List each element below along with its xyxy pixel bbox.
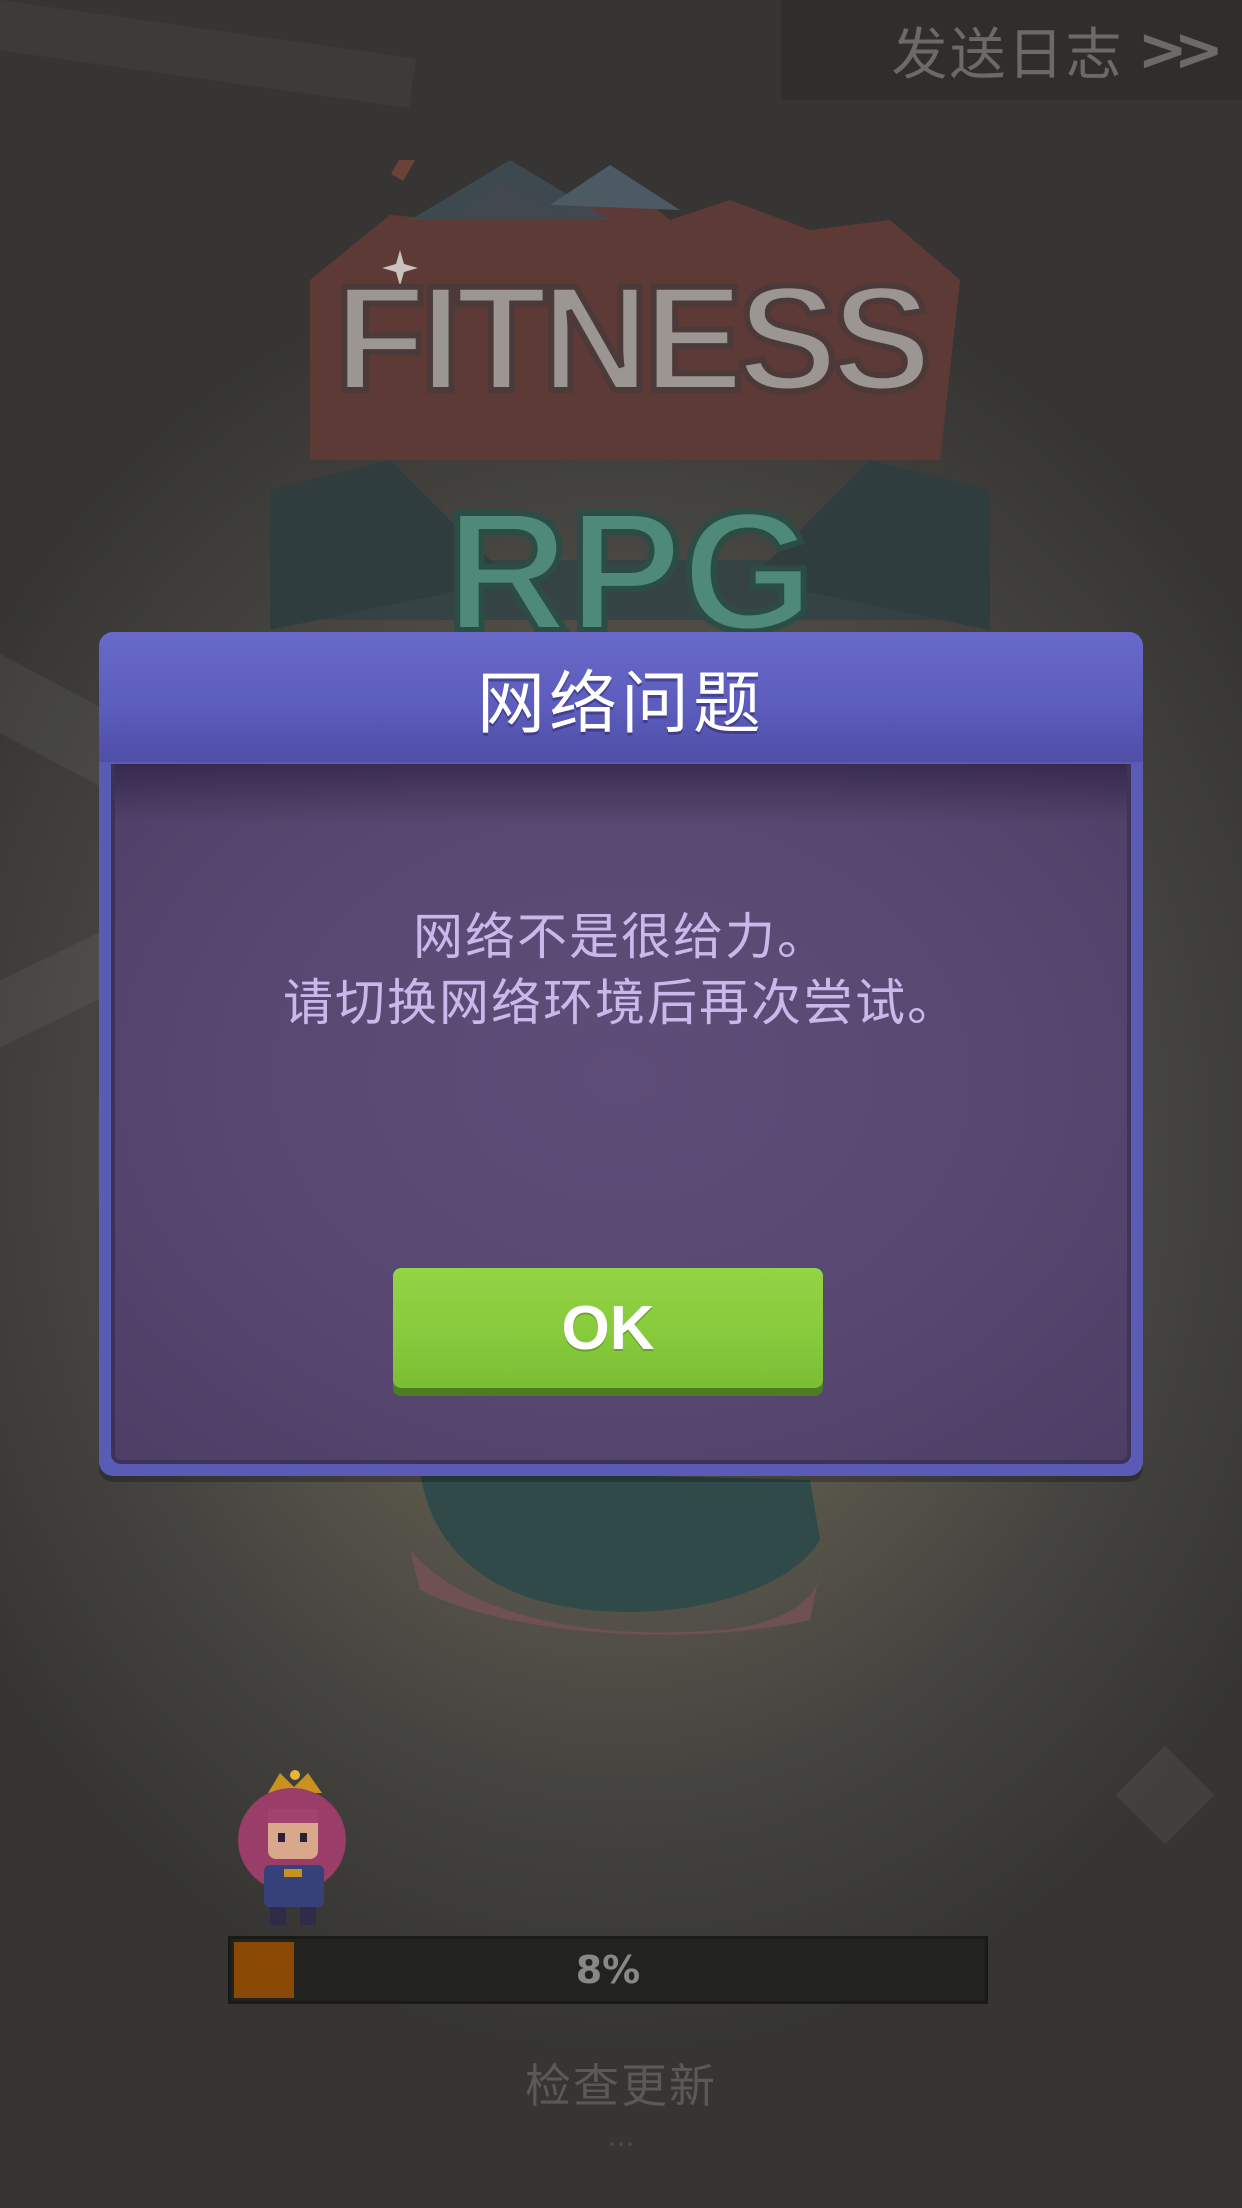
status-text: 检查更新 bbox=[525, 2059, 717, 2113]
dialog-message-line2: 请切换网络环境后再次尝试。 bbox=[283, 974, 959, 1032]
double-chevron-right-icon: >> bbox=[1137, 15, 1223, 85]
logo-sneaker-art bbox=[410, 1470, 820, 1635]
dialog-message-line1: 网络不是很给力。 bbox=[413, 908, 829, 966]
logo-title-fitness: FITNESS bbox=[334, 254, 926, 422]
game-logo: FITNESS RPG bbox=[270, 160, 990, 670]
send-log-button[interactable]: 发送日志 >> bbox=[781, 0, 1242, 100]
send-log-label: 发送日志 bbox=[891, 22, 1124, 88]
loading-dots: ... bbox=[607, 2120, 635, 2153]
decorative-diamond bbox=[1115, 1745, 1215, 1845]
princess-character-icon bbox=[238, 1770, 346, 1925]
loading-progress-bar: 8% bbox=[228, 1936, 988, 2004]
light-ray bbox=[0, 0, 416, 108]
dialog-title: 网络问题 bbox=[476, 664, 765, 744]
ok-button[interactable]: OK bbox=[393, 1268, 823, 1388]
dialog-message: 网络不是很给力。 请切换网络环境后再次尝试。 bbox=[115, 904, 1127, 1036]
ok-button-label: OK bbox=[561, 1293, 655, 1363]
dialog-header: 网络问题 bbox=[99, 632, 1143, 762]
progress-percent-label: 8% bbox=[575, 1948, 641, 1992]
